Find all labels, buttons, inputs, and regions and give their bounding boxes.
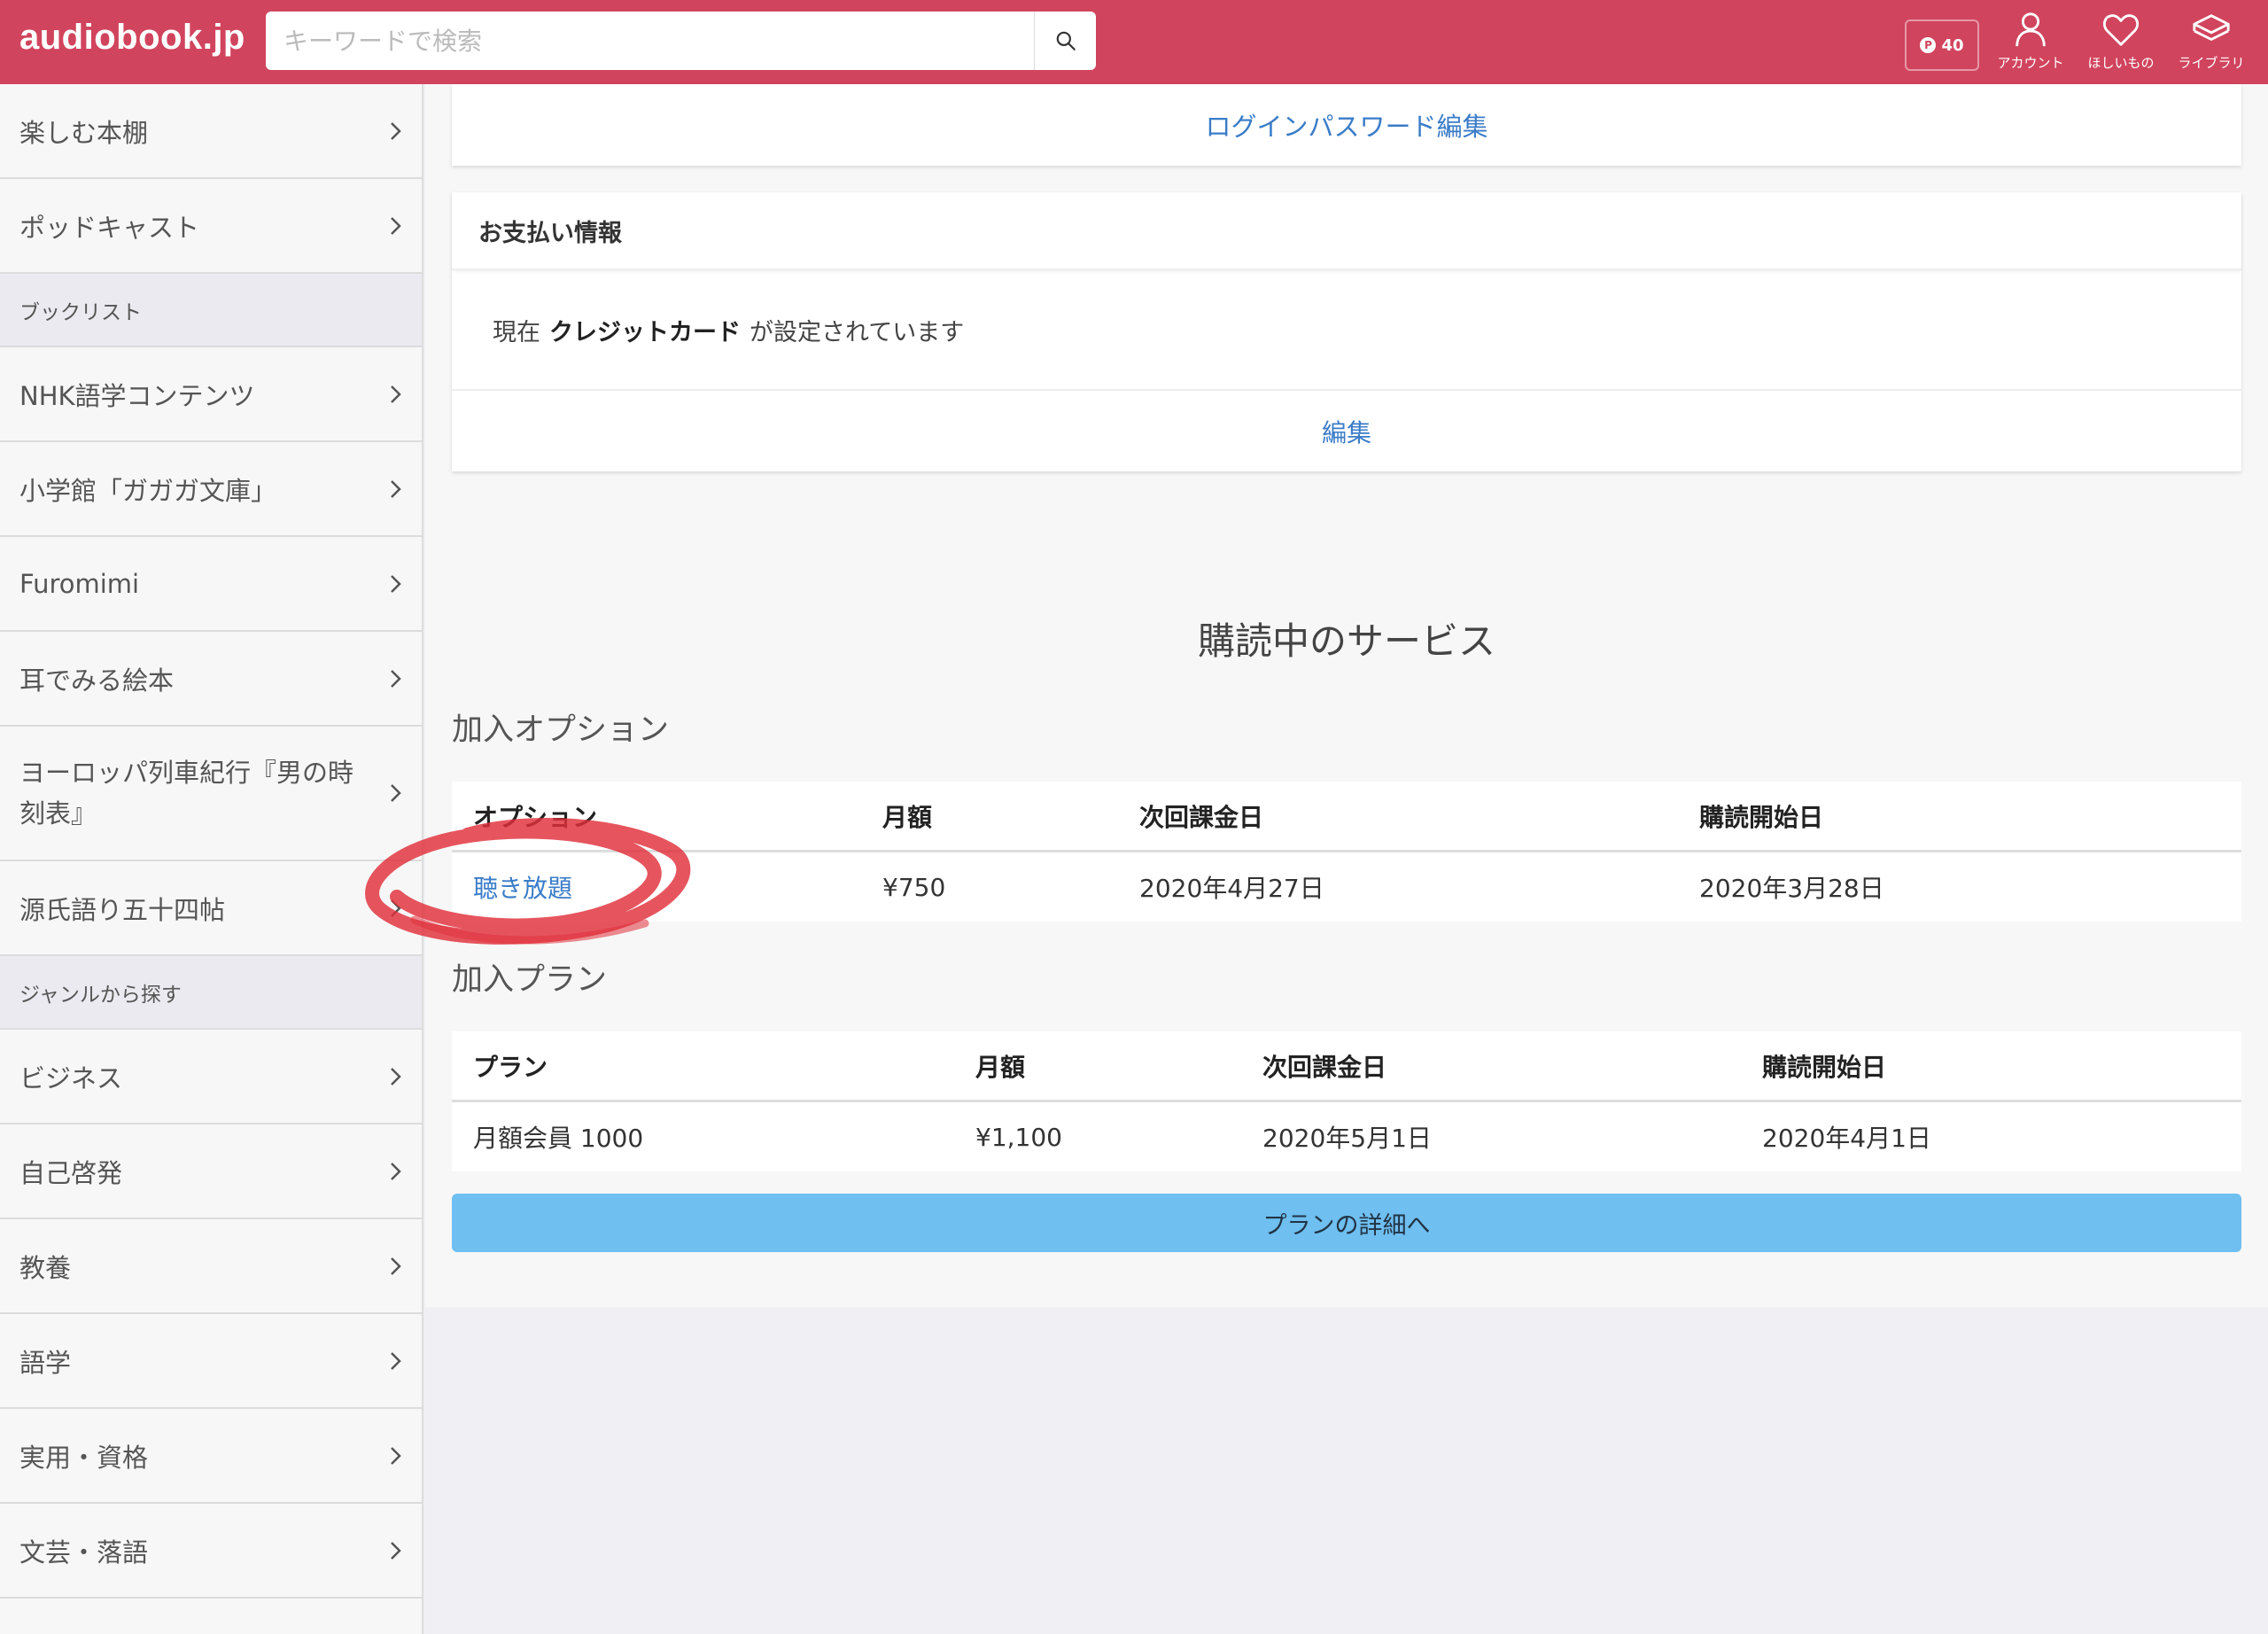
books-icon [2193,14,2230,41]
sidebar-item-business[interactable]: ビジネス [0,1030,422,1124]
plans-table: プラン 月額 次回課金日 購読開始日 月額会員 1000 ¥1,100 2020… [452,1031,2241,1171]
plans-title: 加入プラン [452,962,608,998]
chevron-right-icon [391,479,401,498]
account-label: アカウント [1997,55,2064,71]
payment-suffix: が設定されています [750,318,965,346]
search-button[interactable] [1034,12,1096,70]
password-edit-link[interactable]: ログインパスワード編集 [1205,106,1487,144]
sidebar-item-podcast[interactable]: ポッドキャスト [0,179,422,274]
plan-detail-button[interactable]: プランの詳細へ [452,1194,2241,1252]
option-next-billing: 2020年4月27日 [1139,874,1324,903]
sidebar: 楽しむ本棚 ポッドキャスト ブックリスト NHK語学コンテンツ 小学館「ガガガ文… [0,84,423,1634]
payment-title: お支払い情報 [452,192,2241,270]
col-header: オプション [473,802,598,832]
plan-price: ¥1,100 [975,1122,1062,1152]
table-header-row: プラン 月額 次回課金日 購読開始日 [452,1031,2241,1102]
col-header: 月額 [882,802,933,832]
plan-next-billing: 2020年5月1日 [1262,1124,1432,1153]
chevron-right-icon [391,121,401,140]
chevron-right-icon [391,1067,401,1085]
col-header: 購読開始日 [1762,1052,1887,1082]
sidebar-section-booklist: ブックリスト [0,274,422,347]
payment-method: クレジットカード [549,318,741,346]
chevron-right-icon [391,216,401,235]
option-price: ¥750 [882,872,946,902]
library-label: ライブラリ [2178,55,2245,71]
table-row: 月額会員 1000 ¥1,100 2020年5月1日 2020年4月1日 [452,1102,2241,1171]
plan-name: 月額会員 1000 [473,1124,644,1153]
sidebar-item-literature[interactable]: 文芸・落語 [0,1504,422,1599]
main-content: ログインパスワード編集 お支払い情報 現在 クレジットカード が設定されています… [425,84,2268,1307]
search-bar [266,12,1096,70]
col-header: 購読開始日 [1699,802,1824,832]
payment-prefix: 現在 [493,318,540,346]
library-button[interactable]: ライブラリ [2169,9,2254,80]
payment-edit-link[interactable]: 編集 [1322,414,1371,449]
services-title: 購読中のサービス [1197,619,1495,663]
points-icon: P [1920,37,1937,53]
chevron-right-icon [391,669,401,688]
chevron-right-icon [391,1351,401,1370]
table-row: 聴き放題 ¥750 2020年4月27日 2020年3月28日 [452,852,2241,922]
password-card: ログインパスワード編集 [452,84,2241,166]
col-header: 次回課金日 [1139,802,1264,832]
sidebar-item-self-help[interactable]: 自己啓発 [0,1124,422,1219]
option-name-link[interactable]: 聴き放題 [473,874,572,903]
sidebar-section-genre: ジャンルから探す [0,956,422,1030]
chevron-right-icon [391,1257,401,1275]
top-header: audiobook.jp P 40 アカウント ほしいもの [0,0,2268,84]
site-logo[interactable]: audiobook.jp [19,18,245,58]
heart-icon [2102,14,2140,46]
options-table: オプション 月額 次回課金日 購読開始日 聴き放題 ¥750 2020年4月27… [452,782,2241,922]
sidebar-item-europe-train[interactable]: ヨーロッパ列車紀行『男の時刻表』 [0,727,422,861]
chevron-right-icon [391,784,401,802]
sidebar-item-practical[interactable]: 実用・資格 [0,1409,422,1504]
sidebar-item-next[interactable] [0,1599,422,1634]
option-start-date: 2020年3月28日 [1699,874,1884,903]
sidebar-item-culture[interactable]: 教養 [0,1219,422,1314]
chevron-right-icon [391,1162,401,1180]
plan-start-date: 2020年4月1日 [1762,1124,1931,1153]
sidebar-item-picture-book[interactable]: 耳でみる絵本 [0,632,422,727]
payment-edit-row: 編集 [452,391,2241,471]
table-header-row: オプション 月額 次回課金日 購読開始日 [452,782,2241,852]
col-header: プラン [473,1052,548,1082]
sidebar-item-language[interactable]: 語学 [0,1314,422,1409]
payment-card: お支払い情報 現在 クレジットカード が設定されています 編集 [452,192,2241,471]
search-icon [1056,31,1076,51]
col-header: 次回課金日 [1262,1052,1387,1082]
account-button[interactable]: アカウント [1988,9,2073,80]
sidebar-item-genji[interactable]: 源氏語り五十四帖 [0,861,422,956]
chevron-right-icon [391,1541,401,1560]
chevron-right-icon [391,385,401,403]
sidebar-item-furomimi[interactable]: Furomimi [0,537,422,632]
chevron-right-icon [391,899,401,917]
sidebar-item-bookshelf[interactable]: 楽しむ本棚 [0,84,422,179]
chevron-right-icon [391,574,401,593]
person-icon [2016,12,2046,47]
wishlist-label: ほしいもの [2087,55,2155,71]
sidebar-item-nhk[interactable]: NHK語学コンテンツ [0,347,422,442]
points-badge[interactable]: P 40 [1905,19,1979,71]
search-input[interactable] [266,12,1034,70]
points-count: 40 [1941,35,1964,55]
col-header: 月額 [975,1052,1026,1082]
wishlist-button[interactable]: ほしいもの [2078,9,2163,80]
payment-status: 現在 クレジットカード が設定されています [452,270,2241,391]
options-title: 加入オプション [452,712,670,748]
chevron-right-icon [391,1446,401,1465]
sidebar-item-gagaga[interactable]: 小学館「ガガガ文庫」 [0,442,422,537]
